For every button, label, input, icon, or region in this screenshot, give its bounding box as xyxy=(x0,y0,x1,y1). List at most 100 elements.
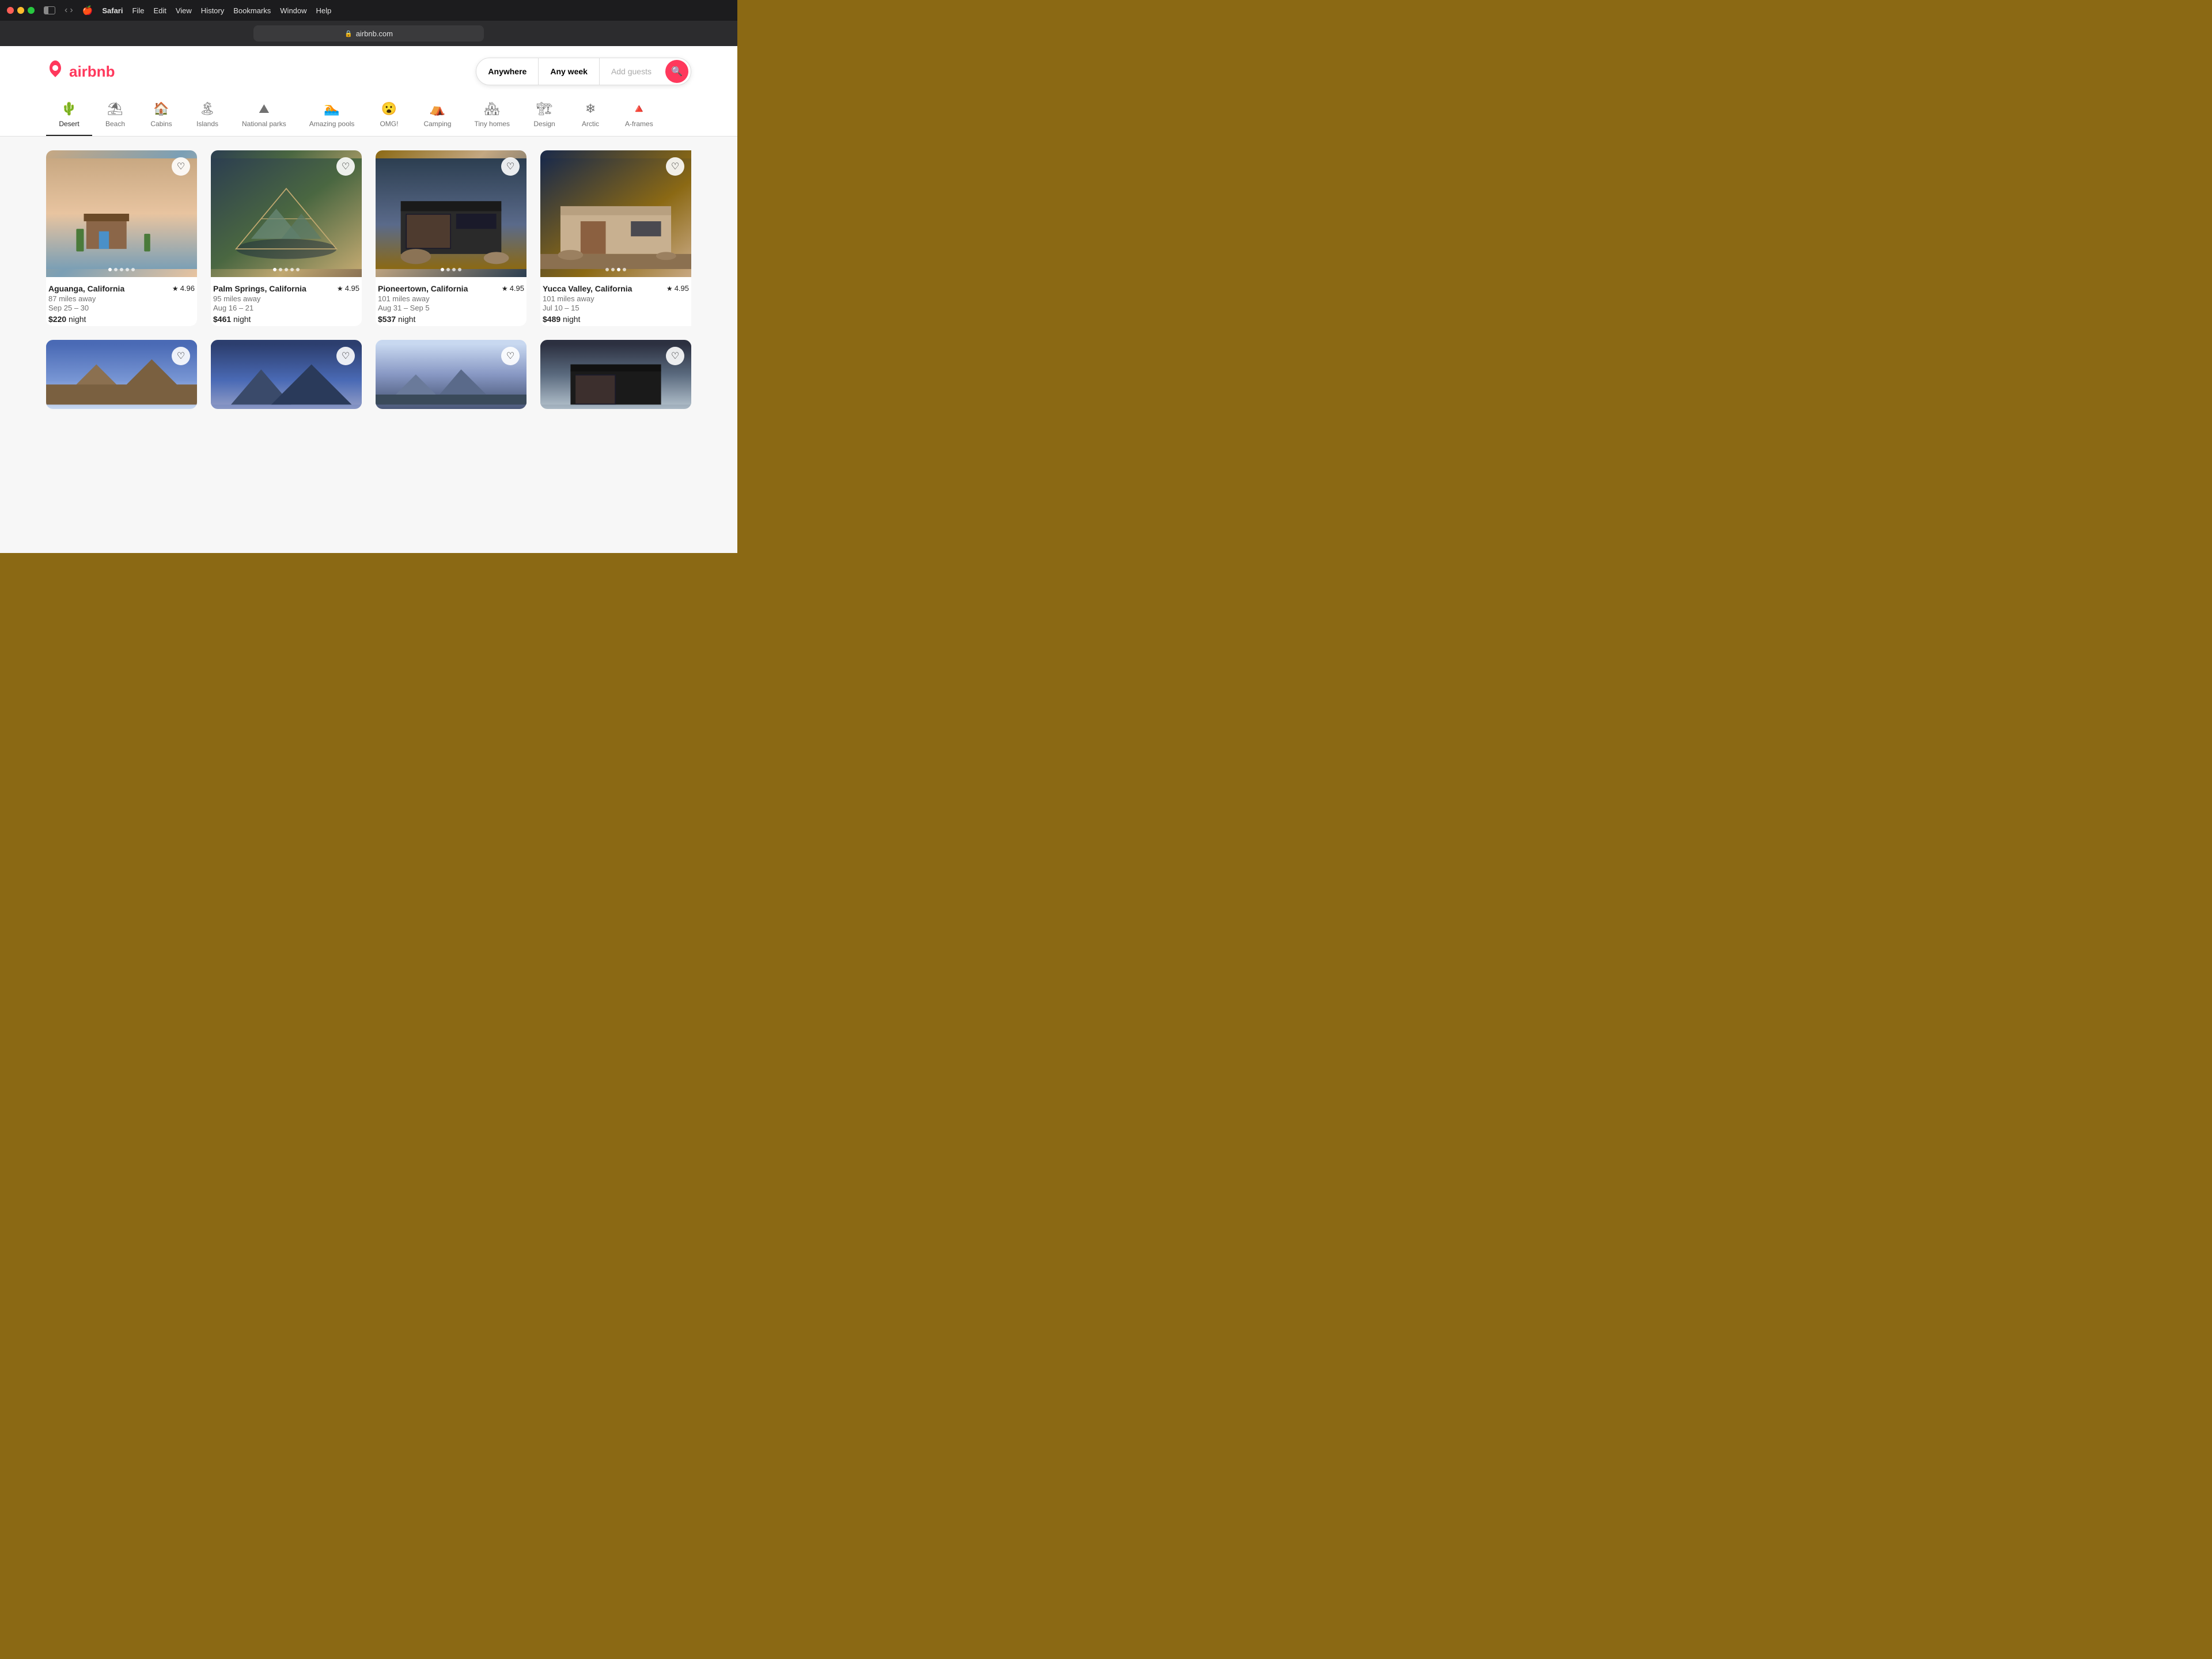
help-menu[interactable]: Help xyxy=(316,6,332,15)
category-design[interactable]: 🏗 Design xyxy=(521,94,567,136)
dot xyxy=(441,268,444,271)
listing-card[interactable]: ♡ Palm Springs, California ★ 4. xyxy=(211,150,362,326)
category-desert-label: Desert xyxy=(59,120,79,128)
category-desert[interactable]: 🌵 Desert xyxy=(46,94,92,136)
islands-icon: 🏝 xyxy=(199,101,215,116)
category-nav: 🌵 Desert ⛱ Beach 🏠 Cabins 🏝 Islands ⛰ Na… xyxy=(46,94,691,136)
edit-menu[interactable]: Edit xyxy=(153,6,166,15)
category-amazing-pools-label: Amazing pools xyxy=(309,120,355,128)
category-national-parks[interactable]: ⛰ National parks xyxy=(230,94,298,136)
dot xyxy=(623,268,626,271)
tiny-homes-icon: 🏘 xyxy=(484,101,500,116)
star-icon: ★ xyxy=(666,285,673,293)
category-amazing-pools[interactable]: 🏊 Amazing pools xyxy=(298,94,366,136)
listing-card[interactable]: ♡ Aguanga, California ★ 4.96 xyxy=(46,150,197,326)
bookmarks-menu[interactable]: Bookmarks xyxy=(233,6,271,15)
dot xyxy=(279,268,282,271)
listing-image: ♡ xyxy=(46,150,197,277)
rating-value: 4.95 xyxy=(675,284,689,293)
address-bar[interactable]: 🔒 airbnb.com xyxy=(253,25,484,41)
add-guests-button[interactable]: Add guests xyxy=(600,58,663,85)
anywhere-button[interactable]: Anywhere xyxy=(476,58,539,85)
minimize-button[interactable] xyxy=(17,7,24,14)
category-camping-label: Camping xyxy=(423,120,451,128)
airbnb-logo[interactable]: airbnb xyxy=(46,60,115,83)
listings-grid: ♡ Aguanga, California ★ 4.96 xyxy=(46,150,691,409)
forward-button[interactable]: › xyxy=(70,6,73,15)
back-button[interactable]: ‹ xyxy=(65,6,67,15)
category-beach[interactable]: ⛱ Beach xyxy=(92,94,138,136)
wishlist-button-5[interactable]: ♡ xyxy=(172,347,190,365)
listing-dates: Sep 25 – 30 xyxy=(48,304,195,312)
national-parks-icon: ⛰ xyxy=(259,101,269,116)
desert-icon: 🌵 xyxy=(61,101,77,116)
category-cabins[interactable]: 🏠 Cabins xyxy=(138,94,184,136)
main-content: ♡ Aguanga, California ★ 4.96 xyxy=(0,137,737,423)
window-menu[interactable]: Window xyxy=(280,6,306,15)
view-menu[interactable]: View xyxy=(176,6,192,15)
listing-card[interactable]: ♡ xyxy=(211,340,362,409)
star-icon: ★ xyxy=(172,285,179,293)
listing-distance: 95 miles away xyxy=(213,294,359,303)
listing-card[interactable]: ♡ xyxy=(376,340,527,409)
listing-card[interactable]: ♡ Pioneertown, California ★ 4.95 xyxy=(376,150,527,326)
close-button[interactable] xyxy=(7,7,14,14)
fullscreen-button[interactable] xyxy=(28,7,35,14)
listing-location: Pioneertown, California xyxy=(378,284,468,293)
sidebar-toggle-button[interactable] xyxy=(44,6,55,14)
safari-menu[interactable]: Safari xyxy=(102,6,123,15)
wishlist-button-7[interactable]: ♡ xyxy=(501,347,520,365)
rating-value: 4.95 xyxy=(510,284,524,293)
amazing-pools-icon: 🏊 xyxy=(324,101,339,116)
listing-card[interactable]: ♡ xyxy=(46,340,197,409)
beach-icon: ⛱ xyxy=(107,101,123,116)
listing-distance: 101 miles away xyxy=(543,294,689,303)
wishlist-button-3[interactable]: ♡ xyxy=(501,157,520,176)
dot xyxy=(458,268,461,271)
listing-dates: Jul 10 – 15 xyxy=(543,304,689,312)
listing-title-row: Yucca Valley, California ★ 4.95 xyxy=(543,284,689,293)
dot xyxy=(290,268,294,271)
browser-content: airbnb Anywhere Any week Add guests 🔍 🌵 … xyxy=(0,46,737,553)
category-tiny-homes[interactable]: 🏘 Tiny homes xyxy=(463,94,521,136)
any-week-button[interactable]: Any week xyxy=(539,58,600,85)
rating-value: 4.96 xyxy=(180,284,195,293)
listing-rating: ★ 4.96 xyxy=(172,284,195,293)
category-tiny-homes-label: Tiny homes xyxy=(474,120,510,128)
dot-indicators-3 xyxy=(441,268,461,271)
category-islands[interactable]: 🏝 Islands xyxy=(184,94,230,136)
dot xyxy=(611,268,615,271)
category-design-label: Design xyxy=(533,120,555,128)
category-camping[interactable]: ⛺ Camping xyxy=(412,94,463,136)
category-islands-label: Islands xyxy=(196,120,218,128)
listing-image: ♡ xyxy=(376,340,527,409)
category-omg-label: OMG! xyxy=(380,120,398,128)
file-menu[interactable]: File xyxy=(132,6,144,15)
omg-icon: 😮 xyxy=(381,101,397,116)
listing-card[interactable]: ♡ xyxy=(540,340,691,409)
wishlist-button-8[interactable]: ♡ xyxy=(666,347,684,365)
a-frames-icon: 🔺 xyxy=(631,101,647,116)
category-a-frames[interactable]: 🔺 A-frames xyxy=(613,94,665,136)
url-text: airbnb.com xyxy=(356,29,393,38)
airbnb-header: airbnb Anywhere Any week Add guests 🔍 🌵 … xyxy=(0,46,737,137)
cabins-icon: 🏠 xyxy=(153,101,169,116)
wishlist-button-1[interactable]: ♡ xyxy=(172,157,190,176)
search-button[interactable]: 🔍 xyxy=(665,60,688,83)
address-bar-row: 🔒 airbnb.com xyxy=(0,21,737,46)
listing-title-row: Pioneertown, California ★ 4.95 xyxy=(378,284,524,293)
listing-info: Aguanga, California ★ 4.96 87 miles away… xyxy=(46,277,197,326)
price-value: $220 xyxy=(48,315,66,324)
apple-menu[interactable]: 🍎 xyxy=(82,5,93,16)
listing-location: Palm Springs, California xyxy=(213,284,306,293)
category-arctic[interactable]: ❄ Arctic xyxy=(567,94,613,136)
star-icon: ★ xyxy=(502,285,508,293)
wishlist-button-4[interactable]: ♡ xyxy=(666,157,684,176)
listing-card[interactable]: ♡ Yucca Valley, California ★ 4.95 xyxy=(540,150,691,326)
wishlist-button-2[interactable]: ♡ xyxy=(336,157,355,176)
dot-indicators-1 xyxy=(108,268,135,271)
wishlist-button-6[interactable]: ♡ xyxy=(336,347,355,365)
listing-info: Palm Springs, California ★ 4.95 95 miles… xyxy=(211,277,362,326)
history-menu[interactable]: History xyxy=(201,6,224,15)
category-omg[interactable]: 😮 OMG! xyxy=(366,94,412,136)
